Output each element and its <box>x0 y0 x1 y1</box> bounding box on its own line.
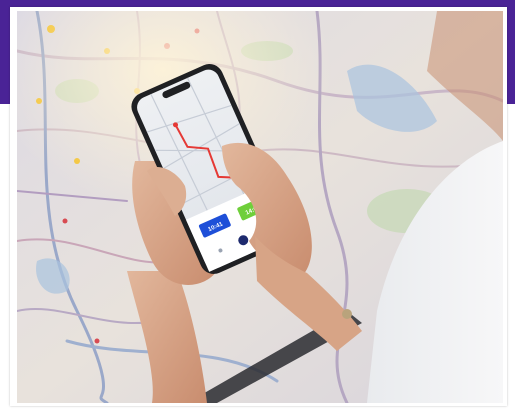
bracelet <box>342 309 352 319</box>
photo-illustration: 10:41 14:00 <box>17 11 503 403</box>
hero-photo: 10:41 14:00 <box>17 11 503 403</box>
